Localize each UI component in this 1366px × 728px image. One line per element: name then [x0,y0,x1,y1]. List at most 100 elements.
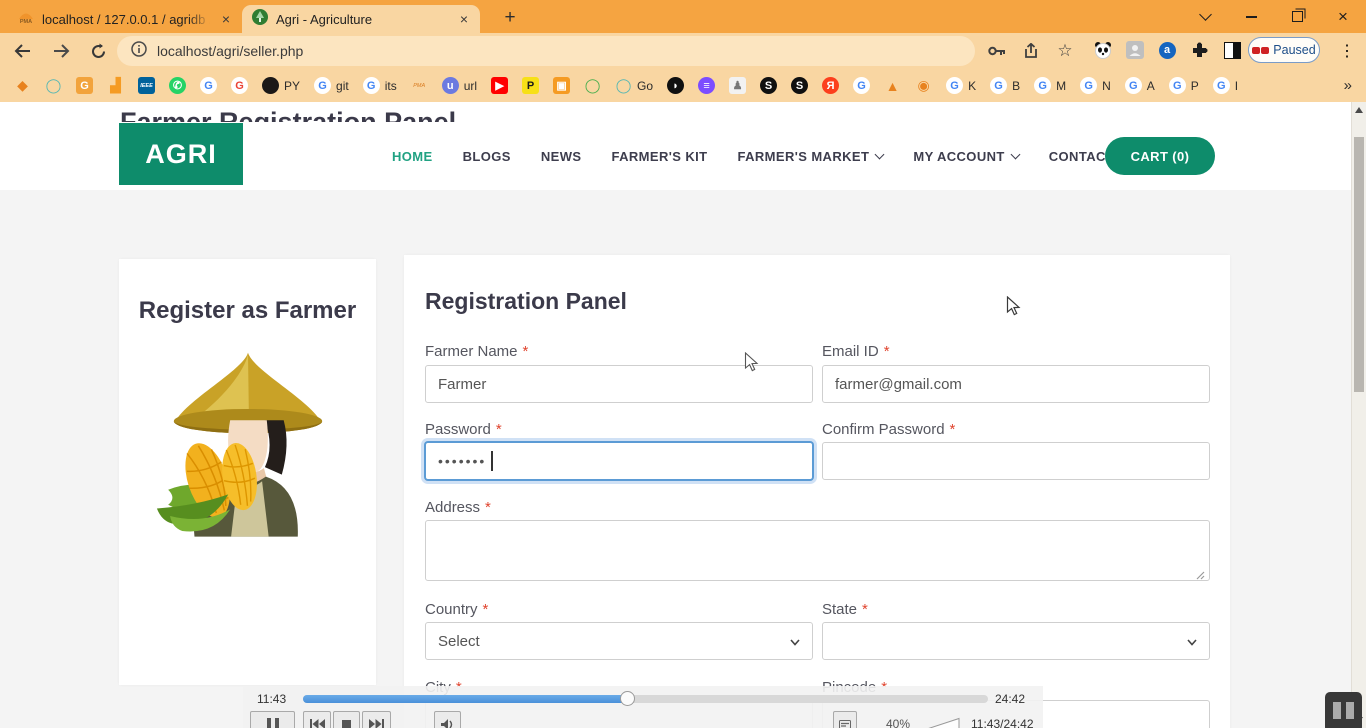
ieee-icon: IEEE [138,77,155,94]
hidden-page-title: Farmer Registration Panel [120,109,456,123]
address-bar[interactable]: localhost/agri/seller.php [117,36,975,66]
panda-extension-icon[interactable] [1092,39,1114,61]
bookmark-star-icon[interactable]: ☆ [1052,38,1078,64]
bookmark-google-3[interactable]: G [853,77,871,94]
email-input[interactable] [822,365,1210,403]
bookmark-matlab[interactable]: ▲ [884,77,901,94]
password-key-icon[interactable] [984,38,1010,64]
player-skip-forward-button[interactable] [362,711,391,728]
bookmark-google-1[interactable]: G [200,77,217,94]
player-progress-handle[interactable] [619,691,635,706]
bookmark-purple-app[interactable]: ≡ [698,77,716,94]
cart-button[interactable]: CART (0) [1105,137,1215,175]
bookmark-analytics-bars[interactable]: ▟ [107,77,124,94]
sidepanel-extension-icon[interactable] [1221,39,1243,61]
bookmark-youtube[interactable]: ▶ [491,77,509,94]
bookmarks-overflow-icon[interactable]: » [1344,77,1352,94]
password-input[interactable] [425,442,813,480]
bookmark-github-py[interactable]: PY [262,77,300,94]
close-window-button[interactable]: × [1320,0,1366,33]
nav-farmer-s-kit[interactable]: FARMER'S KIT [611,149,707,164]
reload-button[interactable] [85,38,111,64]
player-progress-bar[interactable] [303,691,988,706]
bookmark-whatsapp[interactable]: ✆ [169,77,186,94]
country-select[interactable]: Select [425,622,813,660]
player-pause-button[interactable] [250,711,295,728]
bookmark-teal-ring[interactable]: ◯ [45,77,62,94]
bookmark-green-ring[interactable]: ◯ [584,77,601,94]
forward-button[interactable] [48,38,74,64]
bookmark-screen-recorder[interactable]: ▣ [553,77,571,94]
player-skip-back-button[interactable] [303,711,331,728]
bookmark-sketch-person[interactable]: ♟ [729,77,747,94]
bookmark-google-i[interactable]: GI [1212,77,1238,94]
maximize-button[interactable] [1274,0,1320,33]
site-info-icon[interactable] [131,40,147,62]
extensions-puzzle-icon[interactable] [1188,39,1210,61]
bookmark-eye-orange[interactable]: ◉ [915,77,932,94]
back-button[interactable] [10,38,36,64]
p-yellow-icon: P [522,77,540,94]
recorder-paused-badge[interactable]: Paused [1248,37,1320,63]
person-extension-icon[interactable] [1124,39,1146,61]
bookmark-google-2[interactable]: G [231,77,248,94]
volume-ramp-icon[interactable] [926,717,960,728]
bookmark-go-teal[interactable]: ◯ Go [615,77,653,94]
scrollbar-thumb[interactable] [1354,137,1364,392]
player-captions-button[interactable] [833,711,857,728]
tab-agri[interactable]: Agri - Agriculture × [242,5,480,33]
github-py-icon [262,77,279,94]
bookmark-google-a[interactable]: GA [1124,77,1155,94]
bookmark-duck[interactable]: ◗ [667,77,685,94]
bookmark-phpmyadmin[interactable]: PMA [411,77,428,94]
state-select[interactable] [822,622,1210,660]
bookmark-google-k[interactable]: GK [946,77,976,94]
nav-news[interactable]: NEWS [541,149,582,164]
farmer-name-input[interactable] [425,365,813,403]
address-label: Address * [425,499,491,516]
orange-g-box-icon: G [76,77,93,94]
recorder-icon [1252,46,1270,54]
bookmark-google-n[interactable]: GN [1080,77,1111,94]
page-scrollbar[interactable] [1351,102,1366,728]
nav-farmer-s-market[interactable]: FARMER'S MARKET [737,149,885,164]
bookmark-diamond[interactable]: ◆ [14,77,31,94]
player-stop-button[interactable] [333,711,360,728]
bookmark-google-b[interactable]: GB [990,77,1020,94]
whatsapp-icon: ✆ [169,77,186,94]
confirm-password-input[interactable] [822,442,1210,480]
scrollbar-up-arrow[interactable] [1355,107,1363,113]
site-logo[interactable]: AGRI [119,123,243,185]
address-textarea[interactable] [425,520,1210,581]
bookmark-ieee[interactable]: IEEE [138,77,155,94]
nav-home[interactable]: HOME [392,149,433,164]
nav-blogs[interactable]: BLOGS [463,149,511,164]
bookmark-s-black-1[interactable]: S [760,77,778,94]
tab-phpmyadmin[interactable]: PMA localhost / 127.0.0.1 / agridb / pr … [8,5,242,33]
bookmark-p-yellow[interactable]: P [522,77,540,94]
bookmark-s-black-2[interactable]: S [791,77,809,94]
corner-pause-button[interactable] [1325,692,1362,728]
browser-toolbar: localhost/agri/seller.php ☆ a Paused ⋮ [0,33,1366,69]
tab-close-icon[interactable]: × [218,11,234,27]
tab-search-chevron-icon[interactable] [1182,0,1228,33]
bookmark-url-tool[interactable]: u url [441,77,477,94]
bookmark-orange-g-box[interactable]: G [76,77,93,94]
tab-close-icon[interactable]: × [456,11,472,27]
new-tab-button[interactable]: + [498,6,522,30]
bookmark-google-p[interactable]: GP [1168,77,1199,94]
state-label: State * [822,601,868,618]
share-icon[interactable] [1018,38,1044,64]
player-volume-button[interactable] [434,711,461,728]
bookmark-google-m[interactable]: GM [1034,77,1066,94]
nav-my-account[interactable]: MY ACCOUNT [913,149,1021,164]
minimize-button[interactable] [1228,0,1274,33]
browser-menu-icon[interactable]: ⋮ [1334,38,1360,64]
bookmark-google-its[interactable]: Gits [362,77,397,94]
registration-form-card: Registration Panel Farmer Name* Email ID… [404,255,1230,728]
bookmark-yandex[interactable]: Я [822,77,840,94]
google-2-icon: G [231,77,248,94]
bookmark-google-git[interactable]: Ggit [314,77,349,94]
skip-forward-icon [369,719,384,728]
a-extension-icon[interactable]: a [1156,39,1178,61]
